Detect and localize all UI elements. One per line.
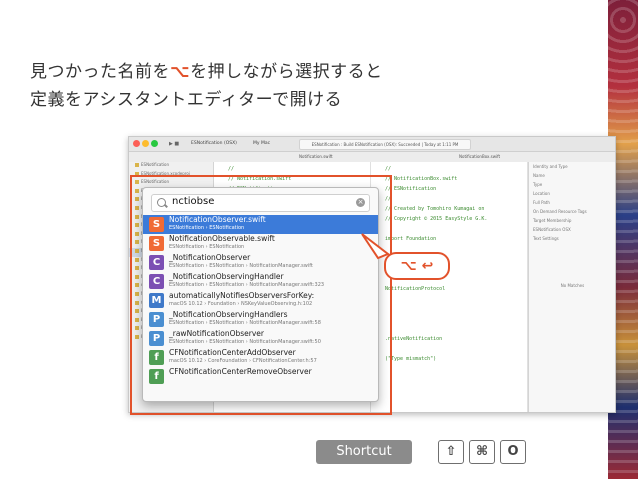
symbol-kind-icon: P <box>149 312 164 327</box>
symbol-kind-icon: C <box>149 255 164 270</box>
result-location: macOS 10.12 › CoreFoundation › CFNotific… <box>169 358 317 364</box>
zoom-window-button[interactable] <box>151 140 158 147</box>
code-line: import Foundation <box>385 236 437 242</box>
inspector-row: ESNotification OSX <box>533 227 571 232</box>
result-location: ESNotification › ESNotification › Notifi… <box>169 282 325 288</box>
symbol-kind-icon: S <box>149 236 164 251</box>
result-item[interactable]: P _NotificationObservingHandlers ESNotific… <box>143 310 378 329</box>
close-window-button[interactable] <box>133 140 140 147</box>
result-location: ESNotification › ESNotification › Notifi… <box>169 339 321 345</box>
inspector-row: No Matches <box>560 283 585 288</box>
breadcrumb-left[interactable]: Notification.swift <box>299 154 333 159</box>
result-name: CFNotificationCenterRemoveObserver <box>169 367 312 376</box>
inspector-row: Location <box>533 191 550 196</box>
callout-bubble: ⌥ ↩ <box>384 252 450 280</box>
shortcut-label: Shortcut <box>316 440 412 464</box>
symbol-kind-icon: S <box>149 217 164 232</box>
result-item[interactable]: C _NotificationObserver ESNotification › E… <box>143 253 378 272</box>
result-item[interactable]: S NotificationObservable.swift ESNotificat… <box>143 234 378 253</box>
slide-title: 見つかった名前を⌥を押しながら選択すると 定義をアシスタントエディターで開ける <box>30 58 383 114</box>
breadcrumb-right[interactable]: NotificationBox.swift <box>459 154 500 159</box>
code-line: // ESNotification <box>385 186 437 192</box>
open-quickly-search[interactable]: nctiobse × <box>151 194 370 212</box>
clear-icon[interactable]: × <box>356 198 365 207</box>
open-quickly-dialog: nctiobse × S NotificationObserver.swift ES… <box>142 187 379 402</box>
run-icon[interactable]: ▶ ■ <box>169 141 179 147</box>
result-name: _NotificationObserver <box>169 253 251 262</box>
result-location: ESNotification › ESNotification <box>169 225 245 231</box>
result-item[interactable]: P _rawNotificationObserver ESNotification … <box>143 329 378 348</box>
code-line: // <box>228 166 235 172</box>
code-line: .nativeNotification <box>385 336 443 342</box>
slide-title-line-2: 定義をアシスタントエディターで開ける <box>30 90 343 110</box>
search-query[interactable]: nctiobse <box>172 196 214 207</box>
results-list: S NotificationObserver.swift ESNotificatio… <box>143 215 378 386</box>
code-line: // NotificationBox.swift <box>385 176 458 182</box>
symbol-kind-icon: C <box>149 274 164 289</box>
title-text-post: を押しながら選択すると <box>190 62 383 82</box>
result-location: macOS 10.12 › Foundation › NSKeyValueObs… <box>169 301 313 307</box>
code-line: // Created by Tomohiro Kumagai on <box>385 206 485 212</box>
result-name: NotificationObservable.swift <box>169 234 275 243</box>
code-line: NotificationProtocol <box>385 286 446 292</box>
inspector-row: Text Settings <box>533 236 559 241</box>
result-location: ESNotification › ESNotification › Notifi… <box>169 263 313 269</box>
result-name: _rawNotificationObserver <box>169 329 265 338</box>
inspector-row: Name <box>533 173 545 178</box>
scheme-selector[interactable]: ESNotification (OSX) <box>191 141 237 146</box>
code-line: // <box>385 166 392 172</box>
inspector-row: Target Membership <box>533 218 572 223</box>
result-item[interactable]: f CFNotificationCenterAddObserver macOS 10… <box>143 348 378 367</box>
inspector-panel: Identity and Type Name Type Location Full Pa… <box>528 162 615 412</box>
result-name: NotificationObserver.swift <box>169 215 266 224</box>
result-item[interactable]: MautomaticallyNotifiesObserversForKey: ma… <box>143 291 378 310</box>
assistant-editor[interactable]: // // NotificationBox.swift // ESNotificat… <box>371 162 528 412</box>
inspector-row: Identity and Type <box>533 164 568 169</box>
symbol-kind-icon: P <box>149 331 164 346</box>
symbol-kind-icon: f <box>149 369 164 384</box>
navigator-item-label: ESNotification <box>141 162 170 167</box>
result-name: _NotificationObservingHandler <box>169 272 284 281</box>
result-item[interactable]: C _NotificationObservingHandler ESNotifica… <box>143 272 378 291</box>
slide-title-line-1: 見つかった名前を⌥を押しながら選択すると <box>30 58 383 86</box>
result-location: ESNotification › ESNotification › Notifi… <box>169 320 321 326</box>
navigator-item[interactable]: ESNotification <box>135 162 213 171</box>
code-line: ("Type mismatch") <box>385 356 437 362</box>
shift-key-icon: ⇧ <box>438 440 464 464</box>
code-line: // Copyright © 2015 EasyStyle G.K. <box>385 216 488 222</box>
inspector-row: On Demand Resource Tags <box>533 209 587 214</box>
option-key-icon: ⌥ <box>170 62 191 82</box>
minimize-window-button[interactable] <box>142 140 149 147</box>
inspector-row: Full Path <box>533 200 550 205</box>
symbol-kind-icon: M <box>149 293 164 308</box>
search-icon <box>157 198 166 207</box>
result-item[interactable]: f CFNotificationCenterRemoveObserver <box>143 367 378 386</box>
result-item[interactable]: S NotificationObserver.swift ESNotificatio… <box>143 215 378 234</box>
command-key-icon: ⌘ <box>469 440 495 464</box>
folder-icon <box>135 163 139 167</box>
result-name: CFNotificationCenterAddObserver <box>169 348 296 357</box>
symbol-kind-icon: f <box>149 350 164 365</box>
target-selector[interactable]: My Mac <box>253 141 270 146</box>
o-key: O <box>500 440 526 464</box>
result-name: automaticallyNotifiesObserversForKey: <box>169 291 315 300</box>
result-name: _NotificationObservingHandlers <box>169 310 288 319</box>
inspector-row: Type <box>533 182 543 187</box>
activity-status: ESNotification : Build ESNotification (O… <box>299 139 471 150</box>
xcode-toolbar: ▶ ■ ESNotification (OSX) My Mac ESNotifi… <box>129 137 615 152</box>
title-text-pre: 見つかった名前を <box>30 62 170 82</box>
result-location: ESNotification › ESNotification <box>169 244 245 250</box>
